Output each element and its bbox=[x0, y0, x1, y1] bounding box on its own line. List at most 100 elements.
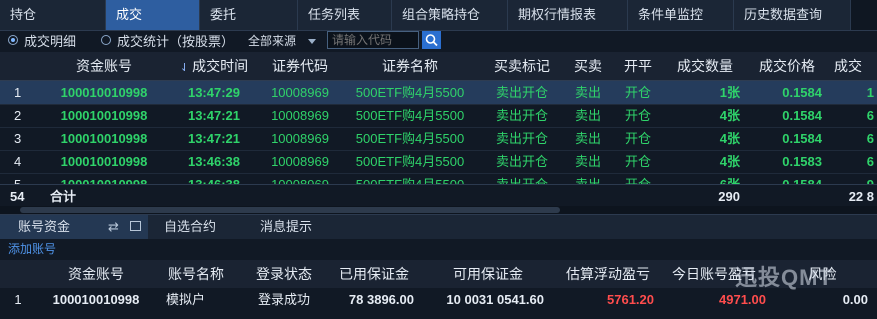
row-name: 500ETF购4月5500 bbox=[355, 108, 465, 123]
total-qty: 290 bbox=[718, 189, 740, 204]
bottom-tab-bar: 账号资金 ⇄ 自选合约 消息提示 bbox=[0, 214, 877, 239]
sort-icon: ⇃ bbox=[179, 62, 190, 74]
tab-trades[interactable]: 成交 bbox=[106, 0, 200, 30]
radio-trade-detail-label[interactable]: 成交明细 bbox=[24, 31, 76, 50]
col-mark[interactable]: 买卖标记 bbox=[480, 52, 564, 80]
tab-account-funds[interactable]: 账号资金 ⇄ bbox=[0, 215, 148, 239]
row-code: 10008969 bbox=[271, 85, 329, 100]
row-time: 13:47:29 bbox=[187, 85, 241, 100]
total-count: 54 bbox=[10, 189, 25, 204]
add-account-link[interactable]: 添加账号 bbox=[8, 238, 56, 260]
row-side: 卖出 bbox=[574, 154, 601, 169]
search-button[interactable] bbox=[422, 31, 441, 49]
search-icon bbox=[425, 34, 438, 47]
tab-option-quotes[interactable]: 期权行情报表 bbox=[508, 0, 628, 30]
row-openclose: 开仓 bbox=[624, 154, 651, 169]
col-trade-extra[interactable]: 成交 bbox=[828, 52, 877, 80]
acol-status[interactable]: 登录状态 bbox=[240, 260, 328, 288]
arow-name: 模拟户 bbox=[166, 292, 206, 307]
row-extra: 6 bbox=[866, 108, 874, 123]
radio-trade-stats[interactable] bbox=[101, 35, 111, 45]
col-time[interactable]: ⇃ 成交时间 bbox=[168, 52, 260, 80]
code-search-input[interactable] bbox=[327, 31, 419, 49]
table-row[interactable]: 4 100010010998 13:46:38 10008969 500ETF购4月55… bbox=[0, 150, 877, 174]
tab-messages[interactable]: 消息提示 bbox=[260, 215, 312, 239]
add-account-row: 添加账号 bbox=[0, 238, 877, 260]
row-name: 500ETF购4月5500 bbox=[355, 85, 465, 100]
arow-used-margin: 78 3896.00 bbox=[348, 292, 414, 307]
swap-icon[interactable]: ⇄ bbox=[108, 215, 119, 239]
row-openclose: 开仓 bbox=[624, 85, 651, 100]
col-qty[interactable]: 成交数量 bbox=[664, 52, 746, 80]
row-name: 500ETF购4月5500 bbox=[355, 154, 465, 169]
arow-status: 登录成功 bbox=[257, 292, 310, 307]
row-account: 100010010998 bbox=[60, 85, 148, 100]
row-extra: 6 bbox=[866, 154, 874, 169]
acol-name[interactable]: 账号名称 bbox=[152, 260, 240, 288]
row-price: 0.1584 bbox=[782, 108, 822, 123]
tab-positions[interactable]: 持仓 bbox=[0, 0, 106, 30]
col-price[interactable]: 成交价格 bbox=[746, 52, 828, 80]
arow-account: 100010010998 bbox=[52, 292, 140, 307]
row-qty: 4张 bbox=[719, 131, 740, 146]
acol-used-margin[interactable]: 已用保证金 bbox=[328, 260, 420, 288]
row-qty: 4张 bbox=[719, 108, 740, 123]
row-mark: 卖出开仓 bbox=[495, 154, 548, 169]
row-side: 卖出 bbox=[574, 131, 601, 146]
row-qty: 1张 bbox=[719, 85, 740, 100]
row-side: 卖出 bbox=[574, 108, 601, 123]
row-account: 100010010998 bbox=[60, 154, 148, 169]
scrollbar-thumb[interactable] bbox=[20, 207, 560, 213]
tab-history-query[interactable]: 历史数据查询 bbox=[734, 0, 851, 30]
trades-table-header: 资金账号 ⇃ 成交时间 证券代码 证券名称 买卖标记 买卖 开平 成交数量 成交价… bbox=[0, 52, 877, 81]
row-account: 100010010998 bbox=[60, 108, 148, 123]
row-openclose: 开仓 bbox=[624, 131, 651, 146]
row-mark: 卖出开仓 bbox=[495, 108, 548, 123]
arow-float-pl: 5761.20 bbox=[607, 292, 654, 307]
row-extra: 1 bbox=[866, 85, 874, 100]
acol-avail-margin[interactable]: 可用保证金 bbox=[420, 260, 556, 288]
tab-bar-corner bbox=[851, 0, 877, 30]
row-extra: 6 bbox=[866, 131, 874, 146]
row-account: 100010010998 bbox=[60, 131, 148, 146]
arow-avail-margin: 10 0031 0541.60 bbox=[446, 292, 544, 307]
col-name[interactable]: 证券名称 bbox=[340, 52, 480, 80]
col-account[interactable]: 资金账号 bbox=[40, 52, 168, 80]
row-time: 13:47:21 bbox=[187, 108, 241, 123]
tab-watchlist[interactable]: 自选合约 bbox=[164, 215, 216, 239]
tab-conditional-orders[interactable]: 条件单监控 bbox=[628, 0, 734, 30]
table-row[interactable]: 3 100010010998 13:47:21 10008969 500ETF购4月55… bbox=[0, 127, 877, 151]
col-side[interactable]: 买卖 bbox=[564, 52, 612, 80]
row-openclose: 开仓 bbox=[624, 108, 651, 123]
tab-combo-positions[interactable]: 组合策略持仓 bbox=[392, 0, 508, 30]
row-price: 0.1583 bbox=[782, 154, 822, 169]
row-time: 13:47:21 bbox=[187, 131, 241, 146]
acol-float-pl[interactable]: 估算浮动盈亏 bbox=[556, 260, 660, 288]
radio-trade-stats-label[interactable]: 成交统计（按股票） bbox=[117, 31, 234, 50]
row-mark: 卖出开仓 bbox=[495, 85, 548, 100]
row-code: 10008969 bbox=[271, 108, 329, 123]
row-price: 0.1584 bbox=[782, 131, 822, 146]
table-row[interactable]: 1 100010010998 13:47:29 10008969 500ETF购4月55… bbox=[0, 81, 877, 105]
row-price: 0.1584 bbox=[782, 85, 822, 100]
top-tab-bar: 持仓 成交 委托 任务列表 组合策略持仓 期权行情报表 条件单监控 历史数据查询 bbox=[0, 0, 877, 31]
tab-orders[interactable]: 委托 bbox=[200, 0, 298, 30]
total-label: 合计 bbox=[50, 189, 77, 204]
radio-trade-detail[interactable] bbox=[8, 35, 18, 45]
chevron-down-icon[interactable] bbox=[308, 39, 316, 44]
col-code[interactable]: 证券代码 bbox=[260, 52, 340, 80]
row-mark: 卖出开仓 bbox=[495, 131, 548, 146]
col-time-label: 成交时间 bbox=[192, 58, 249, 74]
table-row[interactable]: 2 100010010998 13:47:21 10008969 500ETF购4月55… bbox=[0, 104, 877, 128]
row-code: 10008969 bbox=[271, 131, 329, 146]
total-extra: 22 8 bbox=[848, 189, 874, 204]
row-side: 卖出 bbox=[574, 85, 601, 100]
window-icon[interactable] bbox=[130, 221, 141, 231]
tab-task-list[interactable]: 任务列表 bbox=[298, 0, 392, 30]
source-select[interactable]: 全部来源 bbox=[248, 32, 296, 49]
tab-account-funds-label: 账号资金 bbox=[18, 219, 71, 234]
col-openclose[interactable]: 开平 bbox=[612, 52, 664, 80]
row-qty: 4张 bbox=[719, 154, 740, 169]
acol-account[interactable]: 资金账号 bbox=[40, 260, 152, 288]
qmt-watermark-logo: 迅投QMT bbox=[735, 265, 833, 290]
